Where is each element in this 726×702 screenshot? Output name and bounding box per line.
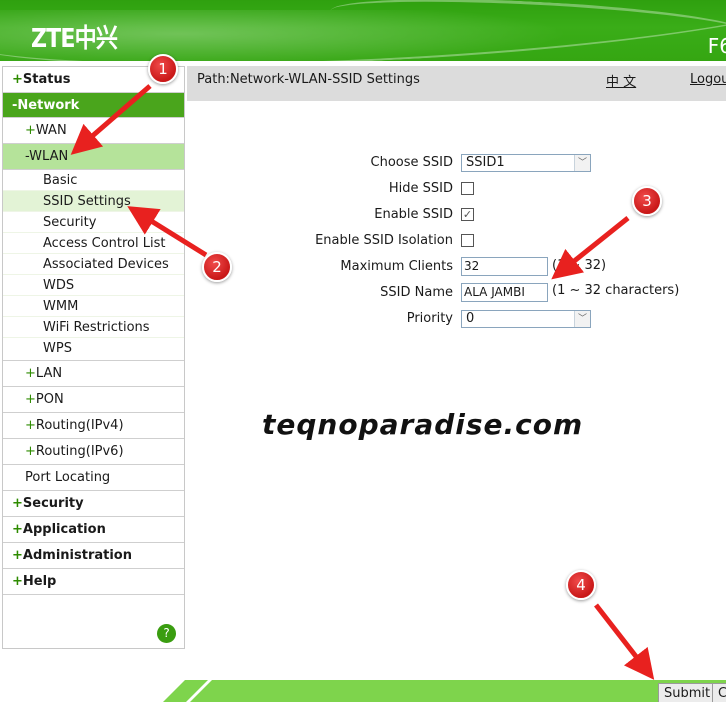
enable-isolation-row: Enable SSID Isolation: [187, 231, 726, 253]
submit-button[interactable]: Submit: [658, 683, 717, 702]
chevron-down-icon: ﹀: [574, 155, 590, 171]
sidebar-item-label: Application: [22, 522, 106, 537]
priority-value: 0: [466, 311, 475, 326]
sidebar-item-label: Status: [22, 72, 71, 87]
logout-link[interactable]: Logout: [690, 72, 726, 87]
expand-icon: +: [12, 496, 23, 511]
chevron-down-icon: ﹀: [574, 311, 590, 327]
max-clients-label: Maximum Clients: [340, 259, 453, 274]
check-icon: ✓: [462, 208, 473, 221]
sidebar-item-help[interactable]: +Help: [3, 569, 184, 595]
enable-isolation-checkbox[interactable]: [461, 234, 474, 247]
expand-icon: +: [25, 418, 36, 433]
sidebar-item-wifi-restrictions[interactable]: WiFi Restrictions: [3, 317, 184, 338]
sidebar-item-label: Routing(IPv4): [35, 418, 124, 433]
cancel-button[interactable]: Cancel: [712, 683, 726, 702]
device-model: F6: [707, 34, 726, 58]
sidebar-item-wmm[interactable]: WMM: [3, 296, 184, 317]
ssid-name-input[interactable]: ALA JAMBI: [461, 283, 548, 302]
expand-icon: +: [12, 72, 23, 87]
sidebar-item-access-control-list[interactable]: Access Control List: [3, 233, 184, 254]
expand-icon: +: [12, 574, 23, 589]
sidebar-item-port-locating[interactable]: Port Locating: [3, 465, 184, 491]
sidebar-item-routing-ipv6[interactable]: +Routing(IPv6): [3, 439, 184, 465]
sidebar-item-wlan-security[interactable]: Security: [3, 212, 184, 233]
help-icon[interactable]: ?: [157, 624, 176, 643]
enable-ssid-checkbox[interactable]: ✓: [461, 208, 474, 221]
sidebar-item-label: Administration: [22, 548, 132, 563]
enable-isolation-label: Enable SSID Isolation: [315, 233, 453, 248]
sidebar-nav: +Status -Network +WAN -WLAN Basic SSID S…: [2, 66, 185, 649]
annotation-arrow-4: [594, 603, 655, 680]
sidebar-item-label: Network: [17, 98, 80, 113]
choose-ssid-select[interactable]: SSID1 ﹀: [461, 154, 591, 172]
sidebar-item-wps[interactable]: WPS: [3, 338, 184, 361]
sidebar-item-ssid-settings[interactable]: SSID Settings: [3, 191, 184, 212]
footer-bar: [163, 680, 726, 702]
breadcrumb: Path:Network-WLAN-SSID Settings: [197, 72, 420, 87]
sidebar-item-associated-devices[interactable]: Associated Devices: [3, 254, 184, 275]
annotation-marker-3: 3: [632, 186, 662, 216]
sidebar-item-lan[interactable]: +LAN: [3, 361, 184, 387]
sidebar-item-security[interactable]: +Security: [3, 491, 184, 517]
annotation-marker-2: 2: [202, 252, 232, 282]
sidebar-item-label: WLAN: [29, 149, 69, 164]
hide-ssid-checkbox[interactable]: [461, 182, 474, 195]
sidebar-item-label: WAN: [35, 123, 67, 138]
annotation-marker-4: 4: [566, 570, 596, 600]
sidebar-item-network[interactable]: -Network: [3, 93, 184, 118]
sidebar-item-routing-ipv4[interactable]: +Routing(IPv4): [3, 413, 184, 439]
sidebar-item-basic[interactable]: Basic: [3, 170, 184, 191]
watermark-text: teqnoparadise.com: [262, 408, 584, 441]
expand-icon: +: [25, 392, 36, 407]
sidebar-item-label: PON: [35, 392, 64, 407]
expand-icon: +: [25, 123, 36, 138]
sidebar-item-pon[interactable]: +PON: [3, 387, 184, 413]
choose-ssid-value: SSID1: [466, 155, 505, 170]
ssid-name-row: SSID Name ALA JAMBI (1 ~ 32 characters): [187, 283, 726, 305]
sidebar-item-wlan[interactable]: -WLAN: [3, 144, 184, 170]
enable-ssid-label: Enable SSID: [374, 207, 453, 222]
max-clients-hint: (1 ~ 32): [552, 258, 607, 273]
path-bar: Path:Network-WLAN-SSID Settings 中 文 Logo…: [187, 66, 726, 101]
expand-icon: +: [25, 366, 36, 381]
sidebar-item-label: Routing(IPv6): [35, 444, 124, 459]
sidebar-item-label: Security: [22, 496, 84, 511]
zte-logo: ZTE中兴: [31, 24, 118, 54]
ssid-name-hint: (1 ~ 32 characters): [552, 283, 680, 298]
priority-select[interactable]: 0 ﹀: [461, 310, 591, 328]
choose-ssid-row: Choose SSID SSID1 ﹀: [187, 153, 726, 175]
sidebar-item-label: Help: [22, 574, 57, 589]
header-banner: ZTE中兴 F6: [0, 0, 726, 61]
annotation-marker-1: 1: [148, 54, 178, 84]
sidebar-item-label: LAN: [35, 366, 63, 381]
footer-decoration: [178, 680, 212, 702]
sidebar-item-wds[interactable]: WDS: [3, 275, 184, 296]
expand-icon: +: [12, 522, 23, 537]
priority-row: Priority 0 ﹀: [187, 309, 726, 331]
max-clients-input[interactable]: 32: [461, 257, 548, 276]
sidebar-item-wan[interactable]: +WAN: [3, 118, 184, 144]
language-link[interactable]: 中 文: [606, 71, 636, 90]
hide-ssid-label: Hide SSID: [388, 181, 453, 196]
ssid-name-label: SSID Name: [380, 285, 453, 300]
sidebar-item-application[interactable]: +Application: [3, 517, 184, 543]
sidebar-item-administration[interactable]: +Administration: [3, 543, 184, 569]
choose-ssid-label: Choose SSID: [370, 155, 453, 170]
priority-label: Priority: [406, 311, 453, 326]
expand-icon: +: [25, 444, 36, 459]
max-clients-row: Maximum Clients 32 (1 ~ 32): [187, 257, 726, 279]
expand-icon: +: [12, 548, 23, 563]
